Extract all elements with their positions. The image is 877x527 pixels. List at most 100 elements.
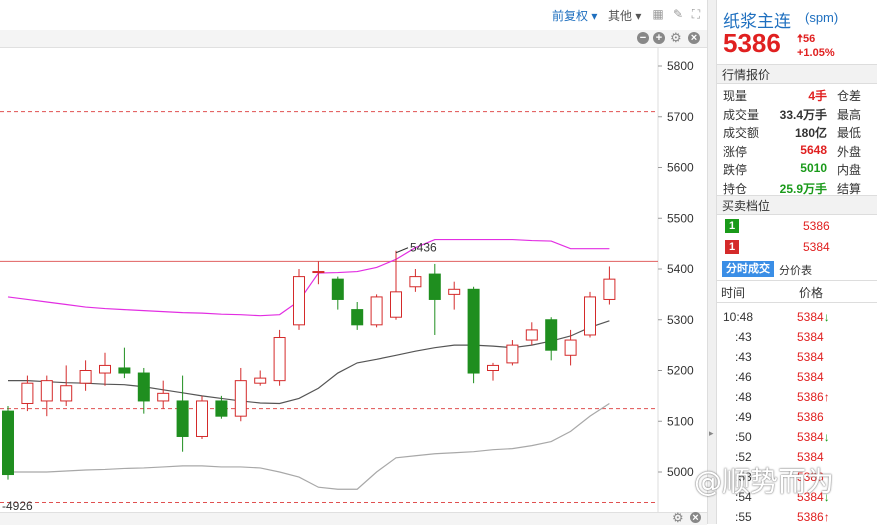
stat-value: 180亿 [794, 126, 827, 140]
tick-header-price: 价格 [799, 286, 824, 300]
tick-time: :48 [735, 390, 752, 404]
last-price: 5386 [723, 28, 781, 58]
stat-row: 现量 4手 仓差 [717, 85, 877, 103]
tab-price-table[interactable]: 分价表 [779, 262, 812, 278]
y-axis-tick-label: 5600 [667, 161, 694, 175]
candle-body-down [137, 372, 150, 402]
candle-body-up [312, 271, 325, 274]
tick-price-value: 5386 [797, 410, 824, 424]
candle-body-up [564, 339, 577, 356]
price-change-pct: +1.05% [797, 47, 835, 59]
zoom-in-icon[interactable]: + [653, 32, 665, 44]
collapse-arrow-icon[interactable]: ▸ [709, 428, 714, 439]
y-axis-tick-label: 5000 [667, 465, 694, 479]
stat-label-secondary: 外盘 [837, 144, 862, 159]
tick-time: 10:48 [723, 310, 754, 324]
y-axis-tick-label: 5400 [667, 262, 694, 276]
stat-label: 成交额 [723, 126, 760, 140]
tick-direction: ↓ [823, 310, 830, 324]
candle-body-up [21, 382, 34, 404]
close-indicator-icon[interactable]: × [688, 32, 700, 44]
tick-price-value: 5384 [797, 350, 824, 364]
candle-body-up [409, 276, 422, 288]
orderbook-price: 5386 [803, 219, 830, 233]
stat-value: 5648 [800, 142, 827, 157]
candle-body-up [196, 400, 208, 437]
tick-time: :50 [735, 430, 752, 444]
orderbook-row[interactable]: 1 5386 [717, 216, 877, 236]
tick-time: :55 [735, 510, 752, 524]
candle-body-down [467, 288, 480, 374]
chart-bottom-toolbar: ⚙ × [0, 511, 707, 525]
tick-price: 5384↓ [797, 310, 830, 324]
grid-icon[interactable]: ▦ [652, 8, 664, 20]
draw-icon[interactable]: ✎ [672, 8, 684, 20]
stat-label: 涨停 [723, 144, 748, 159]
candle-body-down [2, 410, 14, 476]
tick-row: :48 5386↑ [717, 387, 877, 407]
trade-tabs: 分时成交 分价表 [717, 259, 877, 281]
candle-body-up [40, 380, 53, 402]
stat-label: 持仓 [723, 181, 748, 196]
other-dropdown[interactable]: 其他 ▾ [608, 7, 641, 24]
candle-body-down [351, 309, 364, 326]
candle-body-up [293, 276, 305, 326]
tick-price: 5384 [797, 330, 824, 344]
tab-time-sales[interactable]: 分时成交 [722, 261, 774, 277]
stat-value: 25.9万手 [779, 181, 827, 196]
tick-row: :50 5384↓ [717, 427, 877, 447]
indicator-gear-icon[interactable]: ⚙ [672, 511, 684, 525]
tick-direction: ↓ [823, 430, 830, 444]
other-label: 其他 [608, 9, 633, 23]
stat-value: 4手 [808, 89, 827, 103]
tick-price: 5386↑ [797, 510, 830, 524]
candle-body-down [545, 319, 558, 351]
tick-price: 5384↓ [797, 430, 830, 444]
indicator-close-icon[interactable]: × [690, 512, 701, 524]
stat-row: 成交量 33.4万手 最高 [717, 104, 877, 122]
candle-body-up [79, 370, 92, 384]
low-annotation-label: -4926 [2, 499, 33, 512]
stat-row: 跌停 5010 内盘 [717, 159, 877, 177]
candle-body-up [506, 344, 519, 364]
candle-body-up [234, 380, 247, 417]
watermark-text: @顺势而为 [694, 465, 835, 498]
candle-body-up [273, 337, 286, 382]
high-annotation-arrow [395, 247, 409, 254]
zoom-out-icon[interactable]: − [637, 32, 649, 44]
stat-row: 持仓 25.9万手 结算 [717, 178, 877, 196]
stat-label-secondary: 最高 [837, 107, 862, 122]
tick-price-value: 5384 [797, 430, 824, 444]
tick-row: :49 5386 [717, 407, 877, 427]
settings-gear-icon[interactable]: ⚙ [670, 31, 682, 45]
panel-splitter[interactable]: ▸ [707, 0, 717, 524]
y-axis-tick-label: 5500 [667, 211, 694, 225]
tick-price-value: 5384 [797, 310, 824, 324]
chart-area[interactable]: 前复权 ▾ 其他 ▾ ▦ ✎ ⛶ − + ⚙ × 5800 5700 5600 550… [0, 0, 707, 525]
y-axis-tick-label: 5300 [667, 313, 694, 327]
ma-magenta-line [7, 238, 610, 317]
candlestick-chart: 5800 5700 5600 5500 5400 5300 5200 5100 5000 5436… [0, 48, 694, 512]
candle-body-up [157, 392, 170, 402]
stat-value: 33.4万手 [779, 107, 827, 122]
stat-value: 5010 [800, 161, 827, 175]
tick-price: 5384 [797, 370, 824, 384]
tick-header-time: 时间 [721, 286, 746, 300]
tick-time: :43 [735, 350, 752, 364]
tick-row: :43 5384 [717, 347, 877, 367]
tick-row: :43 5384 [717, 327, 877, 347]
contract-code: (spm) [805, 10, 839, 25]
orderbook-level-badge: 1 [725, 219, 739, 233]
ma-black-line [8, 320, 610, 405]
orderbook-row[interactable]: 1 5384 [717, 237, 877, 257]
adjust-dropdown[interactable]: 前复权 ▾ [552, 7, 597, 24]
y-axis-tick-label: 5200 [667, 364, 694, 378]
stat-row: 成交额 180亿 最低 [717, 122, 877, 140]
stat-label-secondary: 结算 [837, 181, 862, 196]
fullscreen-icon[interactable]: ⛶ [690, 8, 702, 20]
candle-body-up [525, 329, 538, 341]
tick-price-value: 5384 [797, 330, 824, 344]
stat-label-secondary: 最低 [837, 126, 862, 140]
tick-price-value: 5386 [797, 510, 824, 524]
price-change-value: 56 [803, 33, 816, 45]
